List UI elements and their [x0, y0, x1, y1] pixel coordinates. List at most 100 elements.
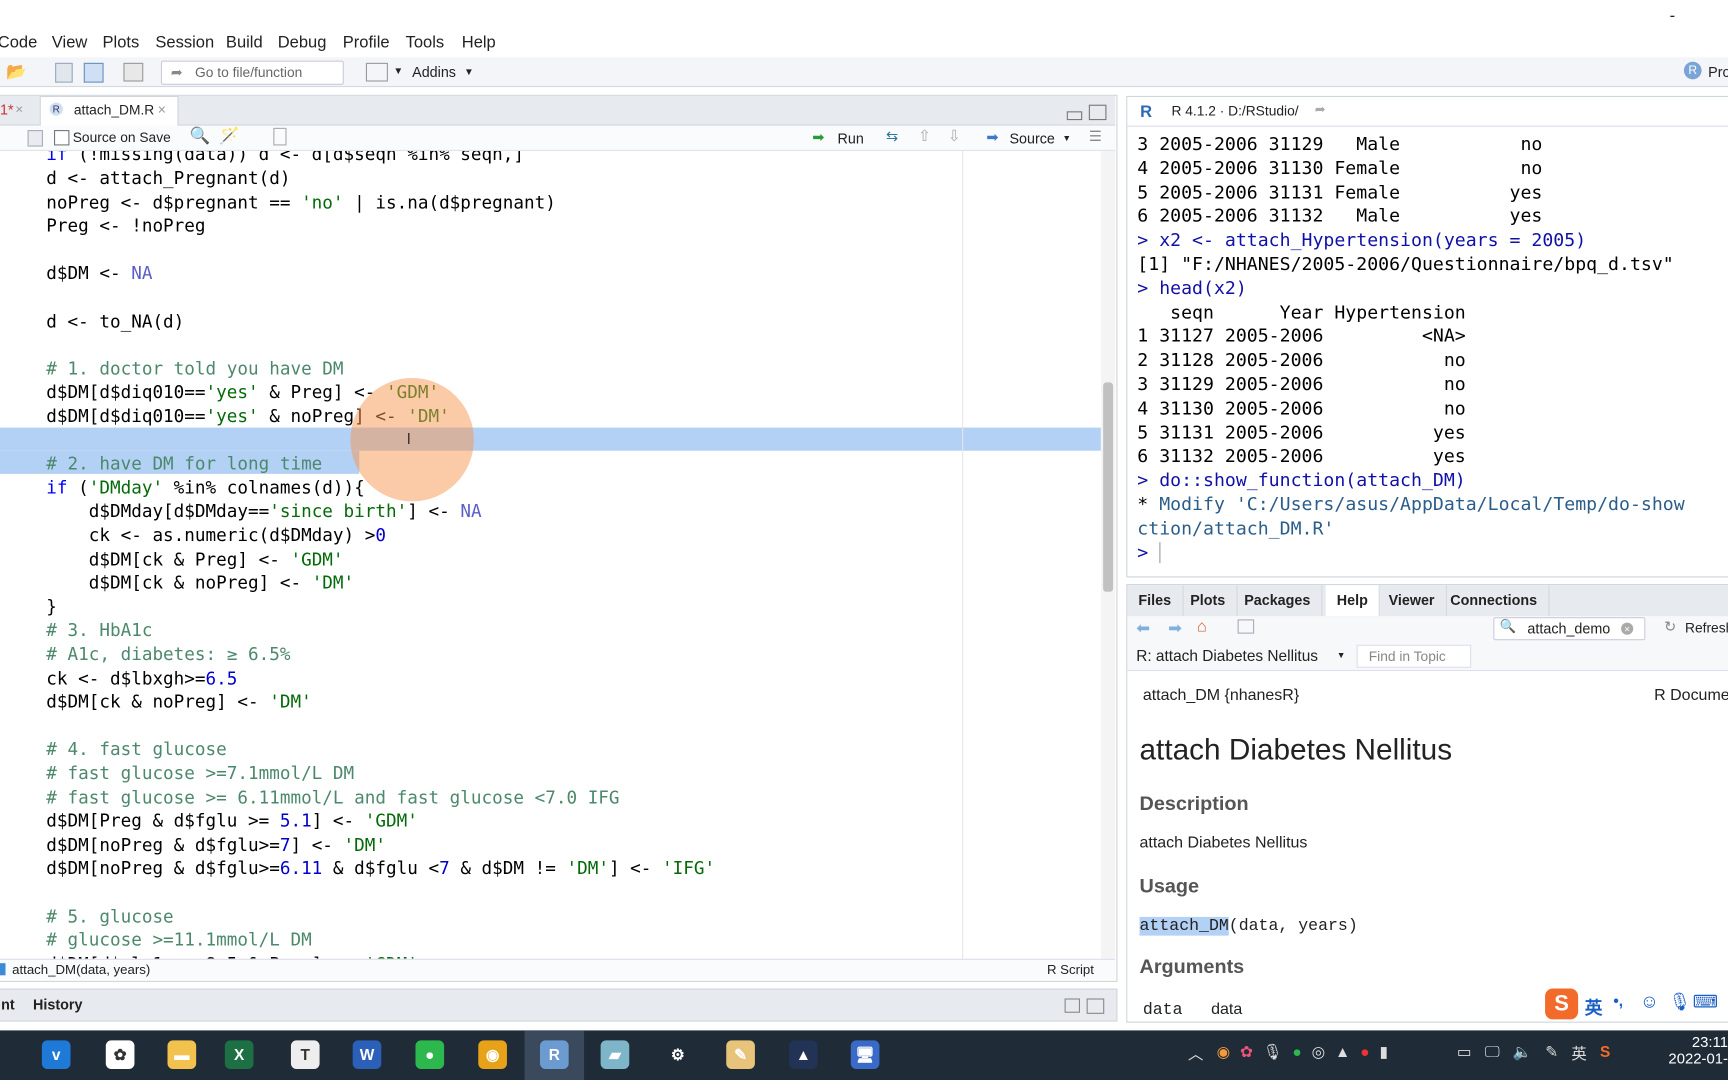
- close-icon[interactable]: ×: [15, 101, 23, 116]
- emoji-icon[interactable]: ☺: [1640, 991, 1659, 1013]
- sogou-logo-icon[interactable]: S: [1545, 988, 1579, 1020]
- editor-tab-attach-dm[interactable]: R attach_DM.R ×: [39, 95, 179, 127]
- run-button[interactable]: Run: [838, 130, 864, 147]
- find-in-topic-input[interactable]: Find in Topic: [1356, 644, 1472, 668]
- word-icon[interactable]: W: [352, 1040, 382, 1069]
- home-icon[interactable]: ⌂: [1197, 617, 1207, 636]
- maximize-pane-icon[interactable]: [1088, 104, 1107, 121]
- tab-environment[interactable]: nt: [1, 996, 15, 1013]
- network-icon[interactable]: 🖵: [1485, 1043, 1500, 1065]
- chevron-down-icon[interactable]: ▼: [464, 66, 474, 77]
- tab-connections[interactable]: Connections: [1439, 585, 1550, 617]
- tab-packages[interactable]: Packages: [1233, 585, 1323, 617]
- tray-cat-icon[interactable]: ▲: [1335, 1043, 1350, 1067]
- microphone-icon[interactable]: 🎙: [1668, 991, 1690, 1013]
- ime-punctuation[interactable]: •,: [1613, 992, 1623, 1010]
- typora-icon[interactable]: T: [290, 1040, 320, 1069]
- ime-language[interactable]: 英: [1585, 993, 1603, 1019]
- forward-arrow-icon[interactable]: ➡: [1168, 618, 1182, 638]
- file-explorer-icon[interactable]: ▬: [167, 1040, 197, 1069]
- baidu-netdisk-icon[interactable]: ✿: [105, 1040, 135, 1069]
- file-type-selector[interactable]: R Script: [1047, 962, 1094, 977]
- menu-help[interactable]: Help: [462, 33, 496, 52]
- save-all-icon[interactable]: [83, 62, 104, 83]
- paint-icon[interactable]: ✎: [726, 1040, 755, 1069]
- keyboard-icon[interactable]: ⌨: [1693, 991, 1718, 1013]
- excel-icon[interactable]: X: [224, 1040, 254, 1069]
- scrollbar-thumb[interactable]: [1103, 382, 1114, 592]
- document-outline-icon[interactable]: ☰: [1089, 128, 1102, 146]
- refresh-icon[interactable]: ↻: [1664, 618, 1676, 636]
- cat-app-icon[interactable]: ▲: [789, 1040, 818, 1069]
- topic-dropdown[interactable]: R: attach Diabetes Nellitus: [1136, 647, 1318, 665]
- menu-debug[interactable]: Debug: [278, 33, 327, 52]
- back-arrow-icon[interactable]: ⬅: [1136, 618, 1150, 638]
- save-icon[interactable]: [55, 62, 73, 83]
- clear-search-icon[interactable]: ×: [1621, 622, 1634, 635]
- close-icon[interactable]: ×: [158, 101, 166, 118]
- up-arrow-icon[interactable]: ⇧: [918, 127, 931, 146]
- wechat-icon[interactable]: ●: [415, 1040, 445, 1069]
- menu-tools[interactable]: Tools: [406, 33, 445, 52]
- tab-plots[interactable]: Plots: [1179, 585, 1238, 617]
- refresh-button[interactable]: Refresh: [1685, 620, 1728, 635]
- tray-app-icon[interactable]: ◉: [1217, 1043, 1230, 1067]
- outline-icon[interactable]: [273, 127, 287, 146]
- function-navigator[interactable]: attach_DM(data, years): [12, 962, 150, 977]
- down-arrow-icon[interactable]: ⇩: [948, 127, 961, 146]
- addins-menu[interactable]: Addins: [412, 64, 456, 81]
- notepad-icon[interactable]: ▰: [600, 1040, 630, 1069]
- battery-icon[interactable]: ▭: [1457, 1043, 1472, 1065]
- tray-flower-icon[interactable]: ✿: [1240, 1043, 1253, 1067]
- tab-viewer[interactable]: Viewer: [1378, 585, 1447, 617]
- help-search-input[interactable]: 🔍 attach_demo ×: [1493, 617, 1646, 641]
- rstudio-icon[interactable]: R: [539, 1040, 569, 1069]
- menu-code[interactable]: Code: [0, 33, 37, 52]
- chevron-down-icon[interactable]: ▼: [1337, 650, 1346, 660]
- source-on-save-checkbox[interactable]: [53, 130, 70, 146]
- volume-icon[interactable]: 🔈: [1513, 1043, 1532, 1065]
- pen-icon[interactable]: ✎: [1545, 1043, 1558, 1065]
- sogou-tray-icon[interactable]: S: [1600, 1043, 1610, 1065]
- magic-wand-icon[interactable]: 🪄: [219, 126, 240, 146]
- settings-icon[interactable]: ⚙: [663, 1040, 693, 1069]
- maximize-pane-icon[interactable]: [1086, 998, 1105, 1014]
- minimize-pane-icon[interactable]: [1066, 111, 1083, 121]
- remote-desktop-icon[interactable]: 🖥: [850, 1040, 880, 1069]
- menu-plots[interactable]: Plots: [102, 33, 139, 52]
- rerun-icon[interactable]: ⇆: [886, 128, 898, 146]
- menu-profile[interactable]: Profile: [343, 33, 390, 52]
- source-button[interactable]: Source: [1009, 130, 1054, 147]
- minimize-button[interactable]: -: [1670, 7, 1676, 26]
- open-file-icon[interactable]: 📂: [2, 62, 31, 82]
- show-hidden-icons[interactable]: ︿: [1188, 1043, 1203, 1065]
- go-to-directory-icon[interactable]: ➦: [1315, 101, 1326, 116]
- menu-view[interactable]: View: [52, 33, 88, 52]
- vivaldi-icon[interactable]: v: [41, 1040, 71, 1069]
- tab-history[interactable]: History: [33, 996, 82, 1013]
- editor-tab-untitled[interactable]: 1*: [0, 101, 14, 118]
- project-menu[interactable]: Pro: [1708, 64, 1728, 81]
- search-icon[interactable]: 🔍: [190, 126, 211, 146]
- print-icon[interactable]: [123, 62, 144, 82]
- tab-files[interactable]: Files: [1127, 585, 1184, 617]
- microphone-icon[interactable]: 🎙: [1263, 1043, 1283, 1067]
- menu-build[interactable]: Build: [226, 33, 263, 52]
- tray-red-icon[interactable]: ●: [1360, 1043, 1369, 1067]
- code-editor[interactable]: if (!missing(data)) d <- d[d$seqn %in% s…: [0, 150, 1101, 959]
- chevron-down-icon[interactable]: ▼: [393, 65, 403, 76]
- popout-icon[interactable]: [1237, 619, 1255, 634]
- editor-scrollbar[interactable]: [1100, 150, 1116, 959]
- clock[interactable]: 23:11 2022-01-: [1664, 1034, 1728, 1067]
- wechat-icon[interactable]: ●: [1292, 1043, 1301, 1067]
- chevron-down-icon[interactable]: ▼: [1062, 133, 1071, 143]
- tray-baidu-icon[interactable]: ◎: [1312, 1043, 1325, 1067]
- save-icon[interactable]: [27, 130, 43, 147]
- tab-help[interactable]: Help: [1325, 585, 1380, 617]
- grid-layout-icon[interactable]: [365, 62, 388, 82]
- chrome-icon[interactable]: ◉: [478, 1040, 507, 1069]
- project-icon[interactable]: R: [1683, 61, 1702, 80]
- input-language[interactable]: 英: [1571, 1043, 1586, 1065]
- restore-pane-icon[interactable]: [1064, 998, 1080, 1013]
- go-to-file-input[interactable]: ➦ Go to file/function: [160, 60, 344, 85]
